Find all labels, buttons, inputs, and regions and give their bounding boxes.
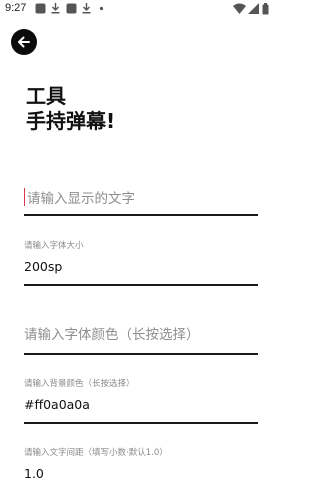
battery-icon <box>262 3 269 15</box>
letter-spacing-field[interactable]: 请输入文字间距（填写小数·默认1.0） 1.0 <box>24 0 258 500</box>
letter-spacing-label: 请输入文字间距（填写小数·默认1.0） <box>24 448 168 458</box>
letter-spacing-value: 1.0 <box>24 466 44 481</box>
